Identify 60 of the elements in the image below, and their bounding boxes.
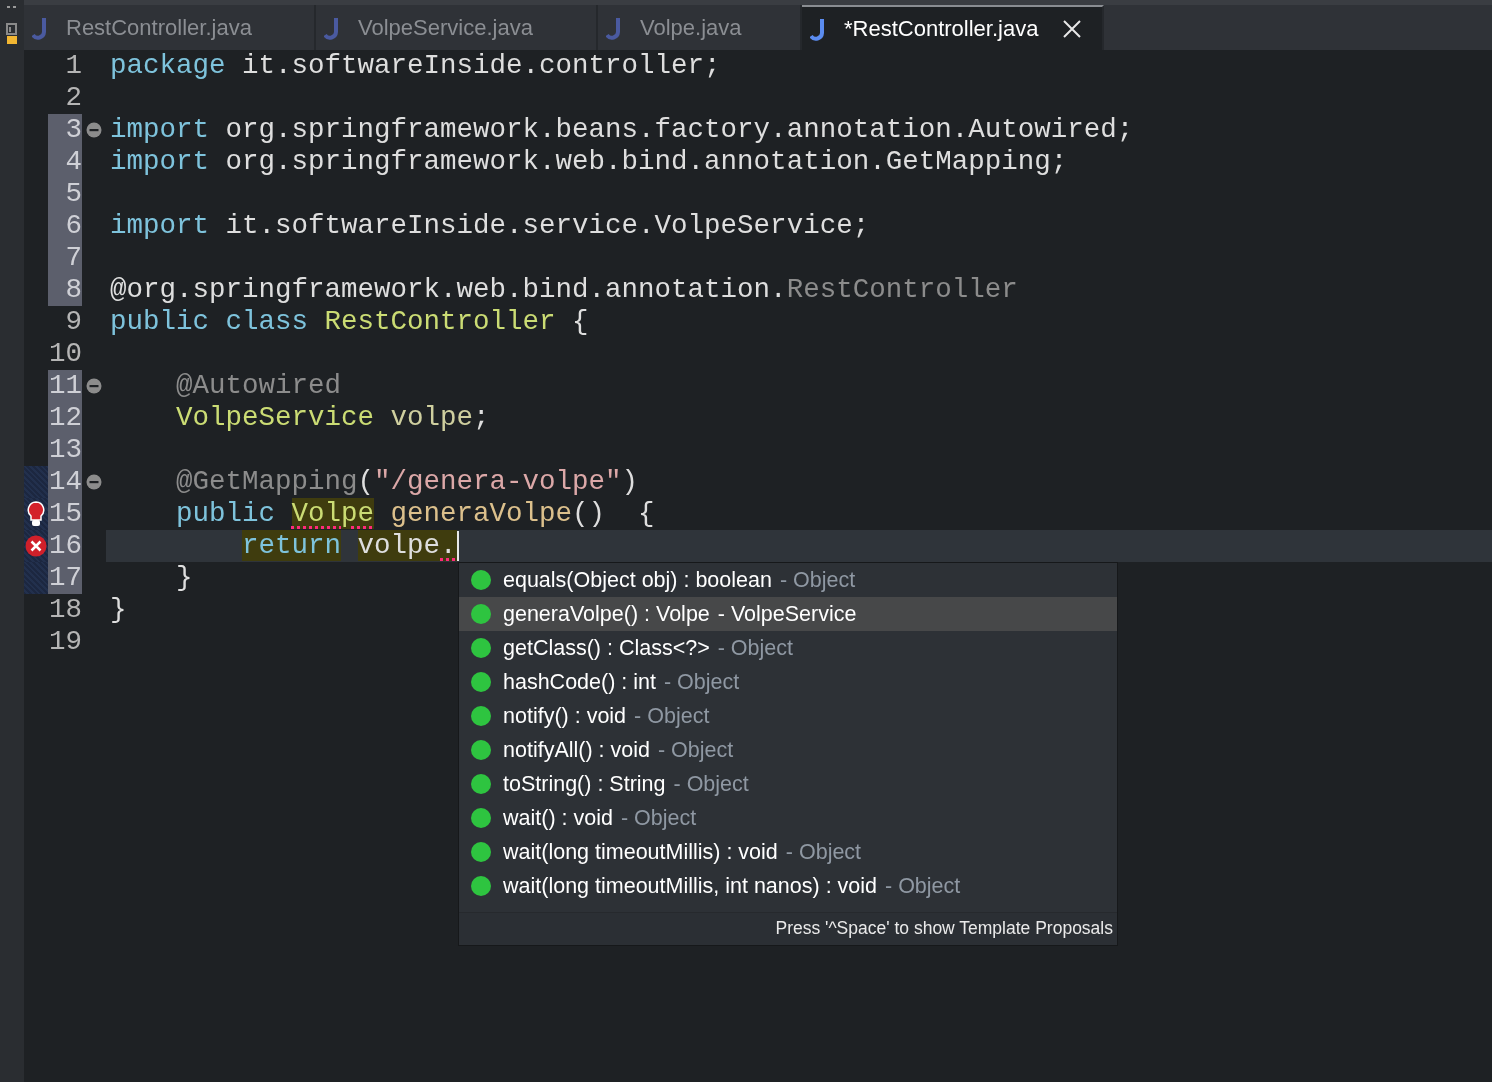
method-icon [471, 876, 491, 896]
method-icon [471, 604, 491, 624]
line-number: 8 [48, 274, 82, 306]
collapse-icon[interactable] [86, 122, 102, 138]
proposal-item[interactable]: toString() : String - Object [459, 767, 1117, 801]
method-icon [471, 740, 491, 760]
close-icon[interactable] [1062, 18, 1083, 39]
line-number: 4 [48, 146, 82, 178]
line-number: 10 [48, 338, 82, 370]
code-line: @GetMapping("/genera-volpe") [175, 466, 639, 498]
method-icon [471, 706, 491, 726]
line-number: 11 [48, 370, 82, 402]
proposal-item[interactable]: notify() : void - Object [459, 699, 1117, 733]
code-line: import org.springframework.web.bind.annotation.GetMapping; [109, 146, 1068, 178]
line-number: 16 [48, 530, 82, 562]
line-number: 13 [48, 434, 82, 466]
line-number: 18 [48, 594, 82, 626]
line-number: 5 [48, 178, 82, 210]
line-number: 19 [48, 626, 82, 658]
line-number: 2 [64, 82, 82, 114]
line-number: 15 [48, 498, 82, 530]
code-line: public Volpe generaVolpe() { [175, 498, 655, 530]
code-line: package it.softwareInside.controller; [109, 50, 721, 82]
proposal-item[interactable]: wait(long timeoutMillis) : void - Object [459, 835, 1117, 869]
proposal-item[interactable]: wait(long timeoutMillis, int nanos) : void - Object [459, 869, 1117, 903]
proposal-item[interactable]: hashCode() : int - Object [459, 665, 1117, 699]
method-icon [471, 808, 491, 828]
line-number: 17 [48, 562, 82, 594]
collapse-icon[interactable] [86, 378, 102, 394]
proposal-item[interactable]: generaVolpe() : Volpe - VolpeService [459, 597, 1117, 631]
text-cursor [456, 531, 459, 561]
line-number: 12 [48, 402, 82, 434]
code-line: } [109, 594, 127, 626]
proposal-item[interactable]: getClass() : Class<?> - Object [459, 631, 1117, 665]
code-line: import it.softwareInside.service.VolpeService; [109, 210, 870, 242]
proposal-item[interactable]: equals(Object obj) : boolean - Object [459, 563, 1117, 597]
method-icon [471, 842, 491, 862]
line-number: 9 [64, 306, 82, 338]
line-number: 1 [64, 50, 82, 82]
panel-icon[interactable] [6, 4, 18, 44]
code-line: return volpe. [241, 530, 457, 562]
editor-tab[interactable]: *RestController.java [802, 5, 1104, 50]
code-line: } [175, 562, 193, 594]
collapse-icon[interactable] [86, 474, 102, 490]
method-icon [471, 570, 491, 590]
proposal-item[interactable]: notifyAll() : void - Object [459, 733, 1117, 767]
code-line: import org.springframework.beans.factory.annotation.Autowired; [109, 114, 1134, 146]
proposal-item[interactable]: wait() : void - Object [459, 801, 1117, 835]
code-line: @Autowired [175, 370, 342, 402]
method-icon [471, 672, 491, 692]
code-line: @org.springframework.web.bind.annotation.RestController [109, 274, 1018, 306]
line-number: 7 [48, 242, 82, 274]
method-icon [471, 638, 491, 658]
line-number: 14 [48, 466, 82, 498]
line-number: 6 [48, 210, 82, 242]
line-number: 3 [48, 114, 82, 146]
error-icon [25, 535, 47, 557]
code-line: VolpeService volpe; [175, 402, 490, 434]
method-icon [471, 774, 491, 794]
code-line: public class RestController { [109, 306, 589, 338]
